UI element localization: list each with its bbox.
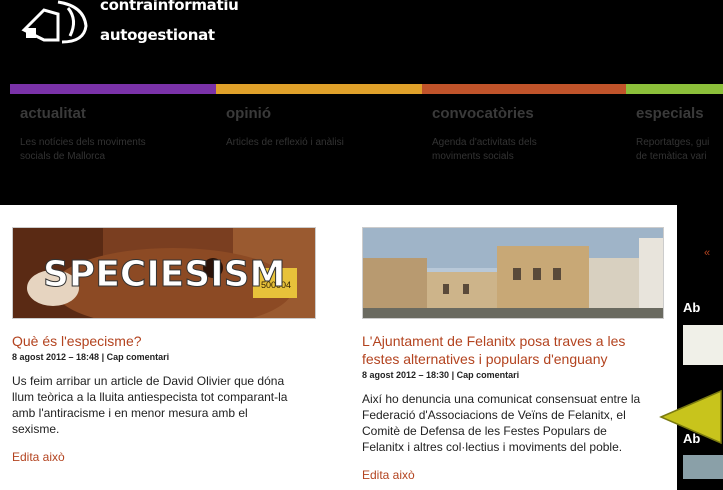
nav-color-bar (422, 84, 626, 94)
town-square-image (363, 228, 663, 318)
excerpt-line: sexisme. (12, 422, 60, 436)
post-meta: 8 agost 2012 – 18:30 | Cap comentari (362, 370, 520, 380)
cow-image: 500004 SPECIESISM (13, 228, 315, 318)
nav-title[interactable]: especials (636, 105, 723, 122)
nav-item-opinio[interactable]: opinió Articles de reflexió i anàlisi (216, 84, 422, 194)
site-logo[interactable]: contrainformatiu autogestionat (18, 0, 278, 60)
post-image-speciesism[interactable]: 500004 SPECIESISM (12, 227, 316, 319)
excerpt-line: llum teòrica a la lluita antiespecista t… (12, 390, 288, 404)
nav-color-bar (216, 84, 422, 94)
nav-desc-line1: Les notícies dels moviments (20, 137, 146, 148)
nav-desc-line2: socials de Mallorca (20, 151, 106, 162)
post-title-link[interactable]: Què és l'especisme? (12, 332, 318, 350)
nav-item-convocatories[interactable]: convocatòries Agenda d'activitats dels m… (422, 84, 626, 194)
edit-post-link[interactable]: Edita això (362, 468, 664, 482)
post-date: 8 agost 2012 – 18:30 (362, 370, 450, 380)
nav-title[interactable]: opinió (226, 105, 422, 122)
sidebar-widget-box (683, 325, 723, 365)
excerpt-line: Us feim arribar un article de David Oliv… (12, 374, 285, 388)
post-title-line: festes alternatives i populars d'enguany (362, 351, 608, 367)
nav-desc-line1: Agenda d'activitats dels (432, 137, 537, 148)
nav-item-actualitat[interactable]: actualitat Les notícies dels moviments s… (10, 84, 216, 194)
excerpt-line: Comitè de Defensa de les Festes Populars… (362, 424, 607, 438)
nav-desc-line1: Reportatges, gui (636, 137, 710, 148)
arrow-pointer-icon (659, 389, 722, 445)
post-image-felanitx[interactable] (362, 227, 664, 319)
megaphone-icon (21, 0, 88, 44)
sidebar-heading: Ab (683, 300, 701, 315)
nav-title[interactable]: convocatòries (432, 105, 626, 122)
excerpt-line: Felanitx i altres col·lectius i moviment… (362, 440, 623, 454)
nav-item-especials[interactable]: especials Reportatges, gui de temàtica v… (626, 84, 723, 194)
post-meta: 8 agost 2012 – 18:48 | Cap comentari (12, 352, 170, 362)
post-comments-link[interactable]: Cap comentari (457, 370, 520, 380)
post-comments-link[interactable]: Cap comentari (107, 352, 170, 362)
sidebar-link[interactable]: « (704, 247, 710, 259)
post-felanitx: L'Ajuntament de Felanitx posa traves a l… (362, 227, 664, 482)
post-title-line: L'Ajuntament de Felanitx posa traves a l… (362, 333, 626, 349)
excerpt-line: Així ho denuncia una comunicat consensua… (362, 392, 641, 406)
logo-text-line1: contrainformatiu (100, 0, 239, 14)
sidebar: « Ab Ab (677, 205, 723, 490)
post-date: 8 agost 2012 – 18:48 (12, 352, 100, 362)
nav-color-bar (626, 84, 723, 94)
sidebar-thumbnail[interactable] (683, 455, 723, 479)
category-nav: actualitat Les notícies dels moviments s… (0, 84, 723, 194)
svg-text:SPECIESISM: SPECIESISM (43, 254, 285, 295)
post-especisme: 500004 SPECIESISM Què és l'especisme? 8 … (12, 227, 318, 464)
excerpt-line: amb l'antiracisme i en menor mesura amb … (12, 406, 248, 420)
nav-desc-line1: Articles de reflexió i anàlisi (226, 137, 344, 148)
excerpt-line: Federació d'Associacions de Veïns de Fel… (362, 408, 626, 422)
post-excerpt: Així ho denuncia una comunicat consensua… (362, 391, 664, 455)
nav-desc-line2: moviments socials (432, 151, 514, 162)
logo-text-line2: autogestionat (100, 26, 215, 44)
post-title-link[interactable]: L'Ajuntament de Felanitx posa traves a l… (362, 332, 664, 368)
post-excerpt: Us feim arribar un article de David Oliv… (12, 373, 318, 437)
nav-desc-line2: de temàtica vari (636, 151, 707, 162)
edit-post-link[interactable]: Edita això (12, 450, 318, 464)
nav-color-bar (10, 84, 216, 94)
nav-title[interactable]: actualitat (20, 105, 216, 122)
main-content: 500004 SPECIESISM Què és l'especisme? 8 … (0, 205, 677, 490)
